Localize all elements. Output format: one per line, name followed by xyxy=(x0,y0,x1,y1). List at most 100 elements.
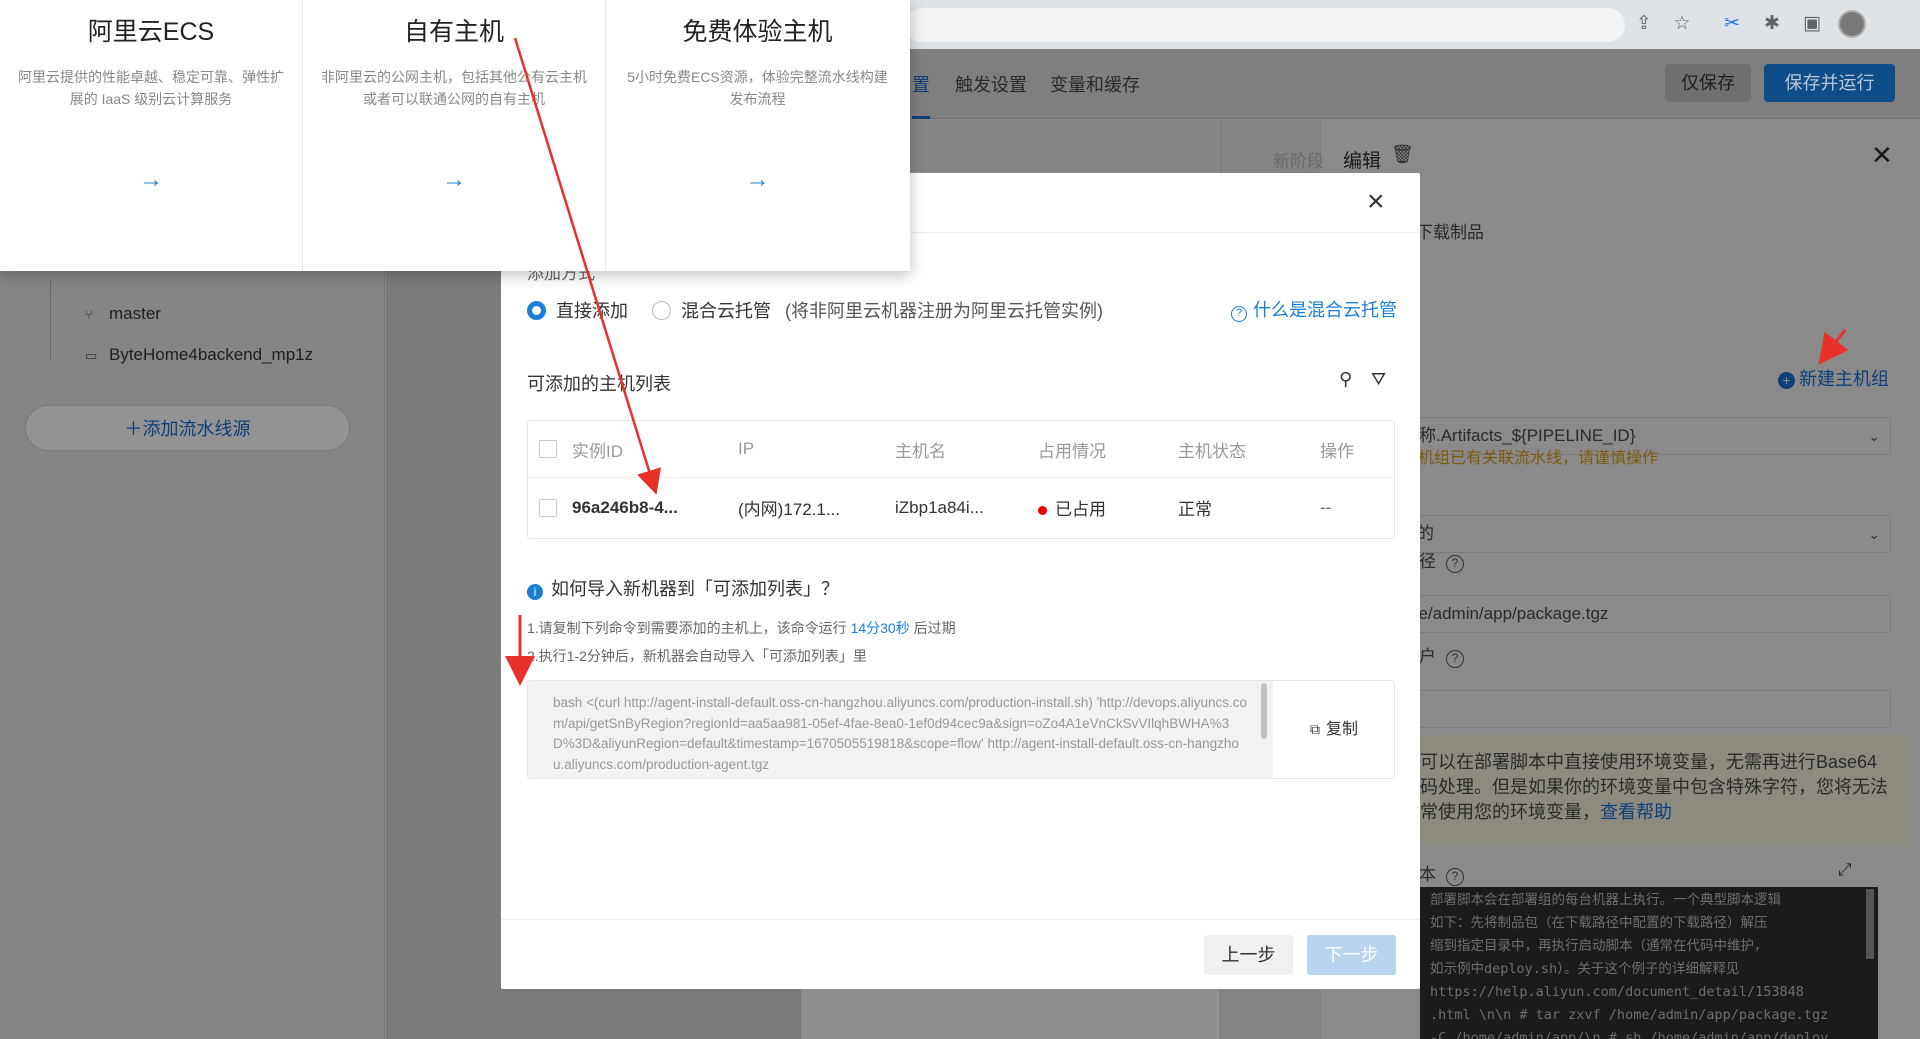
instance-id: 96a246b8-4... xyxy=(572,497,678,517)
ip-address: (内网)172.1... xyxy=(738,500,841,519)
branch-item[interactable]: ⑂ master xyxy=(85,304,161,324)
tab-stage-config[interactable]: 置 xyxy=(912,71,930,119)
close-icon[interactable]: × xyxy=(1367,185,1385,219)
deploy-script-editor[interactable]: 部署脚本会在部署组的每台机器上执行。一个典型脚本逻辑 如下：先将制品包（在下载路… xyxy=(1420,887,1878,1039)
instruction-step-1: 1.请复制下列命令到需要添加的主机上，该命令运行 14分30秒 后过期 xyxy=(527,618,956,638)
close-icon[interactable]: ✕ xyxy=(1871,140,1893,171)
scissors-icon[interactable]: ✂ xyxy=(1720,12,1744,36)
row-checkbox[interactable] xyxy=(539,498,557,517)
code-line: 部署脚本会在部署组的每台机器上执行。一个典型脚本逻辑 xyxy=(1430,892,1781,908)
add-mode-radio-group: 直接添加 混合云托管 (将非阿里云机器注册为阿里云托管实例) xyxy=(527,297,1103,323)
new-stage-label: 新阶段 xyxy=(1273,152,1324,171)
user-label-text: 户 xyxy=(1419,647,1436,666)
step1-suffix: 后过期 xyxy=(909,620,956,636)
avatar[interactable] xyxy=(1838,10,1866,38)
repo-label: ByteHome4backend_mp1z xyxy=(109,345,314,364)
import-question-text: 如何导入新机器到「可添加列表」？ xyxy=(551,579,839,599)
radio-hybrid-label[interactable]: 混合云托管 xyxy=(681,297,771,323)
host-type-desc: 阿里云提供的性能卓越、稳定可靠、弹性扩展的 IaaS 级别云计算服务 xyxy=(18,69,284,107)
repo-item[interactable]: ▭ ByteHome4backend_mp1z xyxy=(85,345,313,365)
what-is-hybrid-link[interactable]: ? 什么是混合云托管 xyxy=(1231,296,1397,322)
notice-text: 常使用您的环境变量， xyxy=(1420,802,1600,822)
copy-button[interactable]: ⧉ 复制 xyxy=(1274,681,1394,778)
tab-trigger-settings[interactable]: 触发设置 xyxy=(955,71,1027,97)
notice-line: 常使用您的环境变量，查看帮助 xyxy=(1420,800,1900,825)
usage-status: 已占用 xyxy=(1038,495,1106,520)
row-action: -- xyxy=(1320,497,1332,517)
help-icon[interactable]: ? xyxy=(1446,555,1464,573)
expand-icon[interactable]: ⤢ xyxy=(1838,860,1852,880)
artifact-select-value: 称.Artifacts_${PIPELINE_ID} xyxy=(1419,426,1636,445)
table-row[interactable]: 96a246b8-4... (内网)172.1... iZbp1a84i... … xyxy=(528,479,1394,536)
radio-direct-label[interactable]: 直接添加 xyxy=(556,297,628,323)
import-question: i 如何导入新机器到「可添加列表」？ xyxy=(527,575,839,601)
star-icon[interactable]: ☆ xyxy=(1670,12,1694,36)
arrow-right-icon[interactable]: → xyxy=(303,166,605,194)
modal-footer: 上一步 下一步 xyxy=(501,919,1420,989)
host-type-free-trial[interactable]: 免费体验主机 5小时免费ECS资源，体验完整流水线构建发布流程 → xyxy=(606,0,909,271)
what-is-hybrid-label: 什么是混合云托管 xyxy=(1253,300,1397,320)
env-var-notice: 可以在部署脚本中直接使用环境变量，无需再进行Base64 码处理。但是如果你的环… xyxy=(1400,735,1910,845)
next-step-button[interactable]: 下一步 xyxy=(1307,935,1396,975)
code-line: 如下：先将制品包（在下载路径中配置的下载路径）解压 xyxy=(1430,915,1768,931)
col-usage: 占用情况 xyxy=(1038,441,1106,461)
host-group-warning: 机组已有关联流水线，请谨慎操作 xyxy=(1418,450,1659,467)
host-type-ecs[interactable]: 阿里云ECS 阿里云提供的性能卓越、稳定可靠、弹性扩展的 IaaS 级别云计算服… xyxy=(0,0,303,271)
previous-step-button[interactable]: 上一步 xyxy=(1204,935,1293,975)
plus-icon: ＋ xyxy=(124,419,143,439)
arrow-right-icon[interactable]: → xyxy=(0,166,302,194)
address-bar[interactable] xyxy=(905,8,1625,42)
host-type-menu: 阿里云ECS 阿里云提供的性能卓越、稳定可靠、弹性扩展的 IaaS 级别云计算服… xyxy=(0,0,910,271)
notice-line: 可以在部署脚本中直接使用环境变量，无需再进行Base64 xyxy=(1420,752,1878,772)
save-only-button[interactable]: 仅保存 xyxy=(1665,64,1751,102)
puzzle-icon[interactable]: ✱ xyxy=(1760,12,1784,36)
host-type-own-host[interactable]: 自有主机 非阿里云的公网主机，包括其他公有云主机或者可以联通公网的自有主机 → xyxy=(303,0,606,271)
select-all-checkbox[interactable] xyxy=(539,440,557,458)
tree-connector xyxy=(50,280,51,360)
code-line: https://help.aliyun.com/document_detail/… xyxy=(1430,984,1804,1000)
hybrid-hint: (将非阿里云机器注册为阿里云托管实例) xyxy=(785,301,1103,321)
search-icon[interactable]: ⚲ xyxy=(1339,369,1352,390)
info-icon: i xyxy=(527,584,543,600)
host-table: 实例ID IP 主机名 占用情况 主机状态 操作 96a246b8-4... (… xyxy=(527,420,1395,539)
help-icon[interactable]: ? xyxy=(1446,650,1464,668)
sidebar-icon[interactable]: ▣ xyxy=(1800,12,1824,36)
hostname: iZbp1a84i... xyxy=(895,497,984,517)
host-type-title: 免费体验主机 xyxy=(682,18,833,46)
tab-variables-cache[interactable]: 变量和缓存 xyxy=(1050,71,1140,97)
chevron-down-icon: ⌄ xyxy=(1868,526,1880,542)
new-host-group-label: 新建主机组 xyxy=(1799,369,1889,389)
add-host-modal: × 添加方式 直接添加 混合云托管 (将非阿里云机器注册为阿里云托管实例) ? 什… xyxy=(501,173,1420,989)
host-list-title: 可添加的主机列表 xyxy=(527,374,671,394)
drawer-title: 编辑 xyxy=(1343,151,1382,172)
col-ip: IP xyxy=(738,439,755,458)
col-action: 操作 xyxy=(1320,441,1354,461)
host-type-title: 阿里云ECS xyxy=(87,18,215,46)
occupied-dot xyxy=(1038,506,1047,516)
save-and-run-button[interactable]: 保存并运行 xyxy=(1764,64,1895,102)
user-label: 户? xyxy=(1419,642,1464,668)
share-icon[interactable]: ⇪ xyxy=(1632,12,1656,36)
host-type-title: 自有主机 xyxy=(403,18,504,46)
path-label-text: 径 xyxy=(1419,552,1436,571)
editor-scrollbar[interactable] xyxy=(1866,889,1874,959)
col-hostname: 主机名 xyxy=(895,441,946,461)
table-header: 实例ID IP 主机名 占用情况 主机状态 操作 xyxy=(528,421,1394,478)
add-pipeline-source-button[interactable]: ＋添加流水线源 xyxy=(25,405,350,451)
help-icon[interactable]: ? xyxy=(1446,868,1464,886)
new-host-group-button[interactable]: + 新建主机组 xyxy=(1778,365,1889,391)
arrow-right-icon[interactable]: → xyxy=(606,166,909,194)
radio-direct-add[interactable] xyxy=(527,300,546,320)
install-command[interactable]: bash <(curl http://agent-install-default… xyxy=(528,681,1273,778)
filter-icon[interactable]: ⛛ xyxy=(1371,369,1386,390)
code-line: .html \n\n # tar zxvf /home/admin/app/pa… xyxy=(1430,1007,1829,1023)
folder-icon: ▭ xyxy=(85,348,98,363)
view-help-link[interactable]: 查看帮助 xyxy=(1600,802,1672,822)
code-line: 如示例中deploy.sh）。关于这个例子的详细解释见 xyxy=(1430,961,1740,977)
radio-hybrid-cloud[interactable] xyxy=(652,300,671,320)
script-label-text: 本 xyxy=(1419,865,1436,884)
command-scrollbar[interactable] xyxy=(1261,683,1267,739)
trash-icon[interactable]: 🗑 xyxy=(1391,144,1414,165)
download-path-value: ne/admin/app/package.tgz xyxy=(1409,604,1609,623)
plus-circle-icon: + xyxy=(1778,372,1795,389)
